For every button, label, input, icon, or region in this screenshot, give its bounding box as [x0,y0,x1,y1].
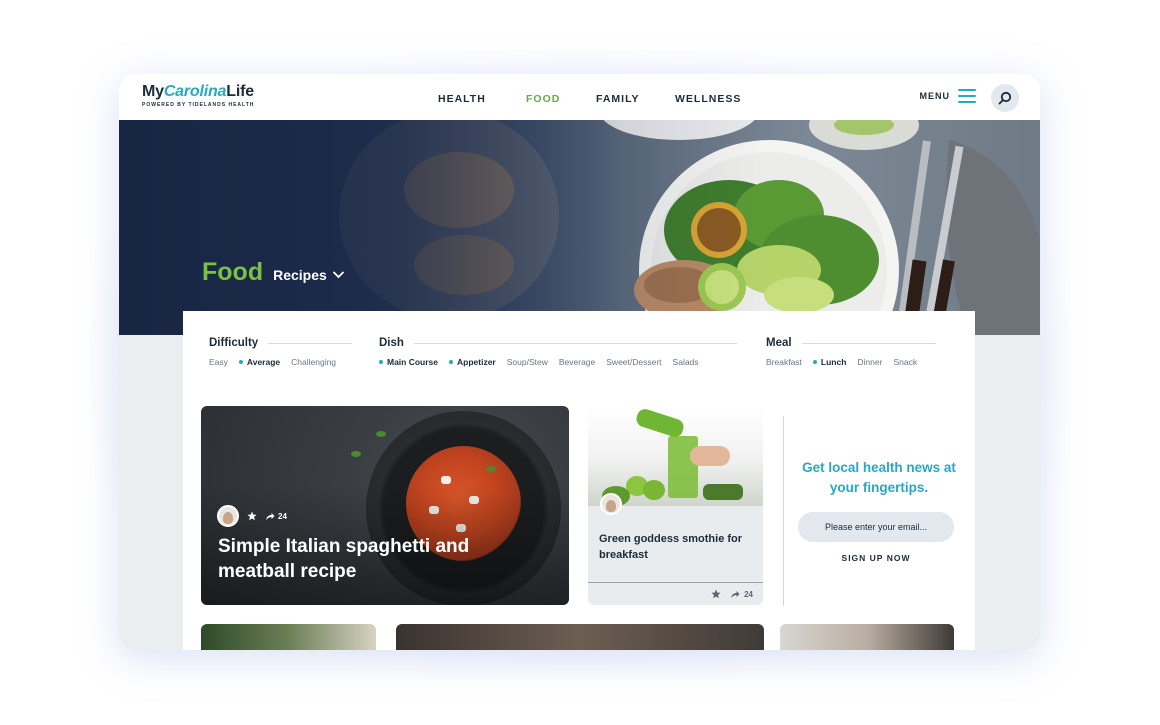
site-header: MyCarolinaLife POWERED BY TIDELANDS HEAL… [119,74,1040,120]
nav-wellness[interactable]: WELLNESS [675,93,741,105]
card-title[interactable]: Simple Italian spaghetti and meatball re… [218,534,518,584]
card-stats: 24 [247,511,287,521]
recipe-card-tile[interactable] [780,624,954,650]
filter-option-main-course[interactable]: Main Course [379,357,438,367]
recipe-card-smoothie[interactable]: Green goddess smothie for breakfast 24 [588,406,763,605]
card-meta: 24 [217,505,287,527]
browser-window: MyCarolinaLife POWERED BY TIDELANDS HEAL… [119,74,1040,650]
email-input[interactable] [798,512,954,542]
menu-button[interactable]: MENU [919,89,976,103]
filter-option-dinner[interactable]: Dinner [857,357,882,367]
filter-meal: Meal Breakfast Lunch Dinner Snack [766,337,936,367]
divider [268,342,352,344]
filter-option-soup-stew[interactable]: Soup/Stew [507,357,548,367]
hamburger-icon [958,89,976,103]
star-icon[interactable] [247,511,257,521]
filter-title: Dish [379,337,404,349]
search-icon [998,91,1012,105]
share-count: 24 [278,511,287,521]
chevron-down-icon [332,271,344,279]
filter-title: Difficulty [209,337,259,349]
content-panel: Difficulty Easy Average Challenging Dish… [183,311,975,650]
card-footer: 24 [588,582,763,605]
site-logo[interactable]: MyCarolinaLife POWERED BY TIDELANDS HEAL… [142,83,254,108]
hero-shade [119,120,1040,335]
star-icon[interactable] [711,589,721,599]
recipe-card-tile[interactable] [201,624,376,650]
card-body: Green goddess smothie for breakfast 24 [588,493,763,605]
filter-option-breakfast[interactable]: Breakfast [766,357,802,367]
nav-food[interactable]: FOOD [526,93,560,105]
sign-up-button[interactable]: SIGN UP NOW [798,553,954,563]
filter-option-easy[interactable]: Easy [209,357,228,367]
filter-option-sweet-dessert[interactable]: Sweet/Dessert [606,357,661,367]
nav-family[interactable]: FAMILY [596,93,640,105]
filter-option-beverage[interactable]: Beverage [559,357,595,367]
hero-title: Food Recipes [202,258,344,287]
recipes-label: Recipes [273,267,327,283]
menu-label: MENU [919,91,950,101]
hero-heading: Food [202,258,264,286]
filter-option-snack[interactable]: Snack [893,357,917,367]
newsletter-signup: Get local health news at your fingertips… [783,416,968,606]
search-button[interactable] [991,84,1019,112]
logo-tagline: POWERED BY TIDELANDS HEALTH [142,102,255,108]
recipes-dropdown[interactable]: Recipes [273,267,344,283]
filter-difficulty: Difficulty Easy Average Challenging [209,337,352,367]
share-icon[interactable] [265,512,275,521]
logo-wordmark: MyCarolinaLife [142,83,254,100]
recipe-image [588,406,763,506]
divider [413,342,737,344]
recipe-card-featured[interactable]: 24 Simple Italian spaghetti and meatball… [201,406,569,605]
filter-title: Meal [766,337,792,349]
card-title[interactable]: Green goddess smothie for breakfast [599,531,759,563]
signup-title: Get local health news at your fingertips… [802,460,956,495]
filter-option-challenging[interactable]: Challenging [291,357,336,367]
divider [801,342,936,344]
author-avatar [600,493,622,515]
nav-health[interactable]: HEALTH [438,93,486,105]
filter-option-average[interactable]: Average [239,357,280,367]
filter-option-appetizer[interactable]: Appetizer [449,357,496,367]
author-avatar [217,505,239,527]
filter-option-salads[interactable]: Salads [673,357,699,367]
share-icon[interactable] [730,590,740,599]
recipe-card-tile[interactable] [396,624,764,650]
hero-banner: Food Recipes [119,120,1040,335]
share-count: 24 [744,589,753,599]
filter-option-lunch[interactable]: Lunch [813,357,847,367]
filter-dish: Dish Main Course Appetizer Soup/Stew Bev… [379,337,737,367]
